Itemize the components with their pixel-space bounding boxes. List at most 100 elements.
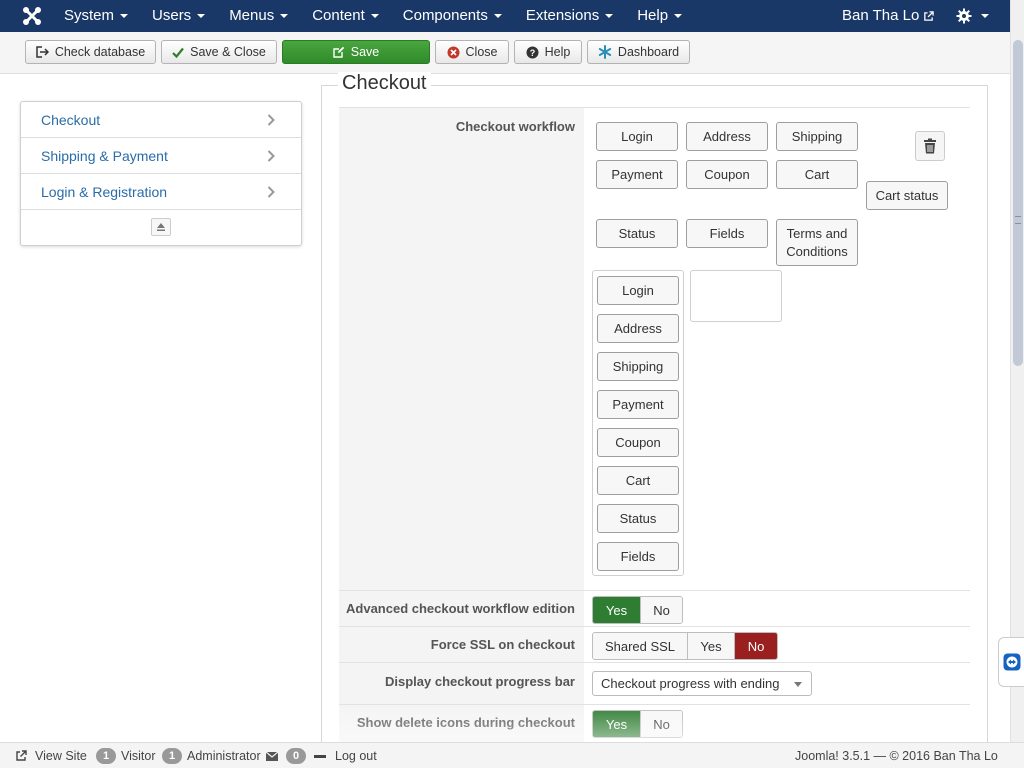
main-menu: System Users Menus Content Components Ex… xyxy=(52,0,694,32)
force-ssl-yes[interactable]: Yes xyxy=(688,633,735,659)
settings-menu[interactable] xyxy=(956,8,989,24)
page-scrollbar[interactable] xyxy=(1010,0,1024,742)
caret-down-icon xyxy=(370,14,379,18)
progress-bar-label-text: Display checkout progress bar xyxy=(384,674,575,689)
logout-link[interactable]: Log out xyxy=(335,748,377,764)
close-label: Close xyxy=(465,45,498,59)
menu-content[interactable]: Content xyxy=(300,0,391,32)
scrollbar-thumb[interactable] xyxy=(1013,40,1023,366)
advanced-workflow-no[interactable]: No xyxy=(641,597,682,623)
view-site-link[interactable]: View Site xyxy=(15,748,87,764)
selected-step-payment[interactable]: Payment xyxy=(597,390,679,419)
available-step-status[interactable]: Status xyxy=(596,219,678,248)
caret-down-icon xyxy=(981,14,989,18)
fieldset-legend: Checkout xyxy=(338,72,431,95)
available-step-fields[interactable]: Fields xyxy=(686,219,768,248)
selected-step-address[interactable]: Address xyxy=(597,314,679,343)
available-step-login[interactable]: Login xyxy=(596,122,678,151)
menu-components[interactable]: Components xyxy=(391,0,514,32)
workflow-empty-dropzone[interactable] xyxy=(690,270,782,322)
menu-menus[interactable]: Menus xyxy=(217,0,300,32)
chevron-right-icon xyxy=(267,186,275,198)
delete-icons-no[interactable]: No xyxy=(641,711,682,737)
advanced-workflow-toggle: Yes No xyxy=(592,596,683,624)
delete-icons-label: Show delete icons during checkout xyxy=(339,705,584,745)
check-database-label: Check database xyxy=(54,45,146,59)
user-site-link[interactable]: Ban Tha Lo xyxy=(842,0,935,32)
menu-content-label: Content xyxy=(312,7,365,24)
force-ssl-shared[interactable]: Shared SSL xyxy=(593,633,688,659)
eject-icon xyxy=(157,223,165,231)
messages-count[interactable]: 0 xyxy=(286,748,326,764)
advanced-workflow-label-text: Advanced checkout workflow edition xyxy=(346,601,575,616)
available-step-payment[interactable]: Payment xyxy=(596,160,678,189)
caret-down-icon xyxy=(605,14,614,18)
edit-icon xyxy=(333,46,344,58)
svg-text:?: ? xyxy=(529,48,535,58)
toolbar: Check database Save & Close Save Close ?… xyxy=(0,32,1010,74)
exit-icon xyxy=(36,46,49,58)
external-link-icon xyxy=(16,750,27,761)
sidebar-item-shipping-payment[interactable]: Shipping & Payment xyxy=(21,138,301,174)
menu-users-label: Users xyxy=(152,7,192,24)
admin-count[interactable]: 1 Administrator xyxy=(162,748,278,764)
available-step-cart[interactable]: Cart xyxy=(776,160,858,189)
envelope-icon xyxy=(265,751,278,761)
sidebar-item-label: Shipping & Payment xyxy=(41,147,168,164)
menu-help[interactable]: Help xyxy=(625,0,694,32)
selected-step-fields[interactable]: Fields xyxy=(597,542,679,571)
scrollbar-grip xyxy=(1015,216,1021,224)
force-ssl-toggle: Shared SSL Yes No xyxy=(592,632,778,660)
selected-step-status[interactable]: Status xyxy=(597,504,679,533)
menu-menus-label: Menus xyxy=(229,7,275,24)
sidebar-item-login-registration[interactable]: Login & Registration xyxy=(21,174,301,210)
available-step-shipping[interactable]: Shipping xyxy=(776,122,858,151)
visitor-count[interactable]: 1 Visitor xyxy=(96,748,156,764)
available-step-coupon[interactable]: Coupon xyxy=(686,160,768,189)
joomla-logo-icon[interactable] xyxy=(20,4,44,28)
checkmark-icon xyxy=(172,47,184,58)
visitor-count-badge: 1 xyxy=(96,748,116,764)
gear-icon xyxy=(956,8,972,24)
advanced-workflow-yes[interactable]: Yes xyxy=(593,597,641,623)
menu-help-label: Help xyxy=(637,7,669,24)
selected-step-coupon[interactable]: Coupon xyxy=(597,428,679,457)
terms-line-2: Conditions xyxy=(786,243,848,259)
minus-icon xyxy=(314,754,326,758)
caret-down-icon xyxy=(120,14,129,18)
selected-step-login[interactable]: Login xyxy=(597,276,679,305)
messages-count-badge: 0 xyxy=(286,748,306,764)
remote-support-widget[interactable] xyxy=(998,637,1024,687)
workflow-trash-dropzone[interactable] xyxy=(915,131,945,161)
selected-step-shipping[interactable]: Shipping xyxy=(597,352,679,381)
menu-system[interactable]: System xyxy=(52,0,140,32)
visitor-label: Visitor xyxy=(121,749,156,763)
save-label: Save xyxy=(350,45,380,59)
menu-extensions[interactable]: Extensions xyxy=(514,0,625,32)
available-step-address[interactable]: Address xyxy=(686,122,768,151)
sidebar-item-label: Checkout xyxy=(41,111,101,128)
close-button[interactable]: Close xyxy=(435,40,509,64)
menu-users[interactable]: Users xyxy=(140,0,217,32)
save-button[interactable]: Save xyxy=(282,40,430,64)
view-site-label: View Site xyxy=(35,749,87,763)
progress-bar-label: Display checkout progress bar xyxy=(339,663,584,704)
check-database-button[interactable]: Check database xyxy=(25,40,156,64)
progress-bar-select[interactable]: Checkout progress with ending xyxy=(592,671,812,696)
available-step-terms[interactable]: Terms and Conditions xyxy=(776,219,858,266)
sidebar-item-checkout[interactable]: Checkout xyxy=(21,102,301,138)
force-ssl-label-text: Force SSL on checkout xyxy=(430,637,575,652)
save-close-button[interactable]: Save & Close xyxy=(161,40,277,64)
chevron-right-icon xyxy=(267,114,275,126)
close-circle-icon xyxy=(447,46,460,58)
available-step-cart-status[interactable]: Cart status xyxy=(866,181,948,210)
help-button[interactable]: ? Help xyxy=(514,40,582,64)
sidebar-collapse-button[interactable] xyxy=(151,218,171,236)
terms-line-1: Terms and xyxy=(786,225,848,241)
delete-icons-yes[interactable]: Yes xyxy=(593,711,641,737)
user-name: Ban Tha Lo xyxy=(842,7,920,24)
force-ssl-no[interactable]: No xyxy=(735,633,777,659)
selected-step-cart[interactable]: Cart xyxy=(597,466,679,495)
delete-icons-label-text: Show delete icons during checkout xyxy=(356,715,575,730)
dashboard-button[interactable]: Dashboard xyxy=(587,40,690,64)
